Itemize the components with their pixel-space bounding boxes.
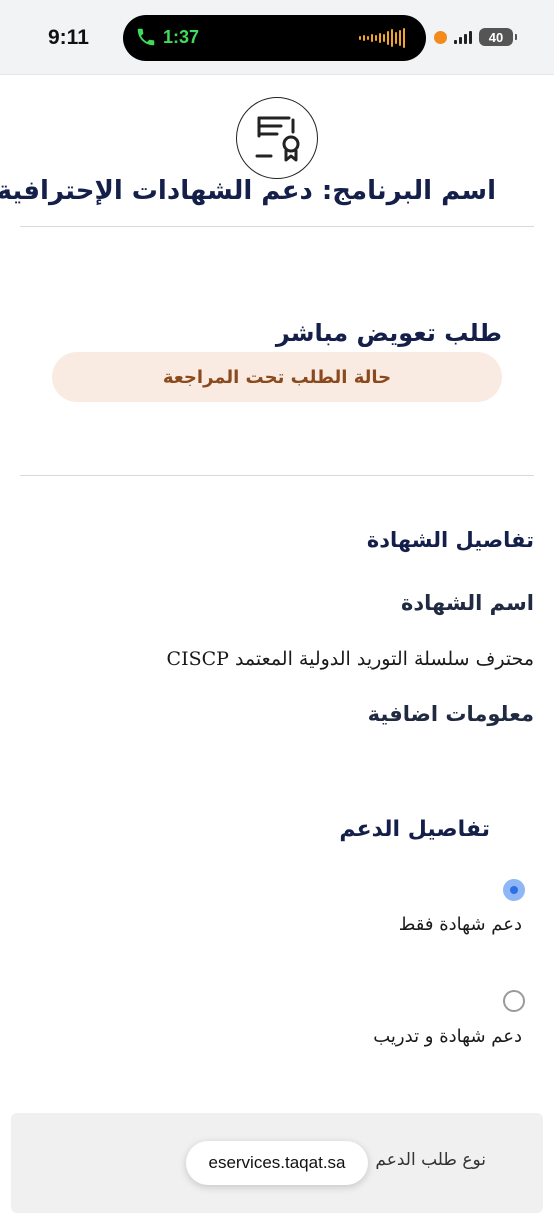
program-title: اسم البرنامج: دعم الشهادات الإحترافية [0, 176, 496, 206]
browser-url: eservices.taqat.sa [208, 1153, 346, 1172]
certificate-section-title: تفاصيل الشهادة [366, 528, 534, 552]
status-time: 9:11 [48, 26, 89, 49]
divider [20, 226, 534, 227]
radio-certificate-and-training[interactable] [503, 990, 525, 1012]
radio-label-certificate-only[interactable]: دعم شهادة فقط [399, 914, 522, 935]
support-section-title: تفاصيل الدعم [339, 817, 490, 842]
battery-icon: 40 [479, 28, 517, 46]
divider [20, 475, 534, 476]
browser-url-pill[interactable]: eservices.taqat.sa [186, 1141, 368, 1185]
signal-icon [454, 30, 472, 44]
status-bar: 9:11 1:37 40 [0, 0, 554, 75]
certificate-icon [255, 116, 300, 162]
support-type-label: نوع طلب الدعم [375, 1150, 486, 1170]
phone-icon [137, 28, 155, 46]
request-status-badge: حالة الطلب تحت المراجعة [52, 352, 502, 402]
certificate-name-value: محترف سلسلة التوريد الدولية المعتمد CISC… [166, 648, 534, 670]
radio-label-certificate-and-training[interactable]: دعم شهادة و تدريب [373, 1026, 522, 1047]
additional-info-label: معلومات اضافية [367, 702, 534, 726]
certificate-logo [236, 97, 318, 179]
certificate-name-label: اسم الشهادة [400, 591, 534, 615]
dynamic-island-call[interactable]: 1:37 [123, 15, 426, 61]
request-title: طلب تعويض مباشر [275, 319, 502, 347]
battery-level: 40 [488, 29, 504, 45]
status-indicators: 40 [434, 28, 517, 46]
call-duration: 1:37 [163, 26, 200, 47]
call-indicator: 1:37 [135, 26, 199, 48]
recording-dot-icon [434, 30, 447, 44]
request-status-text: حالة الطلب تحت المراجعة [162, 366, 392, 388]
waveform-icon [359, 28, 405, 48]
radio-certificate-only[interactable] [503, 879, 525, 901]
